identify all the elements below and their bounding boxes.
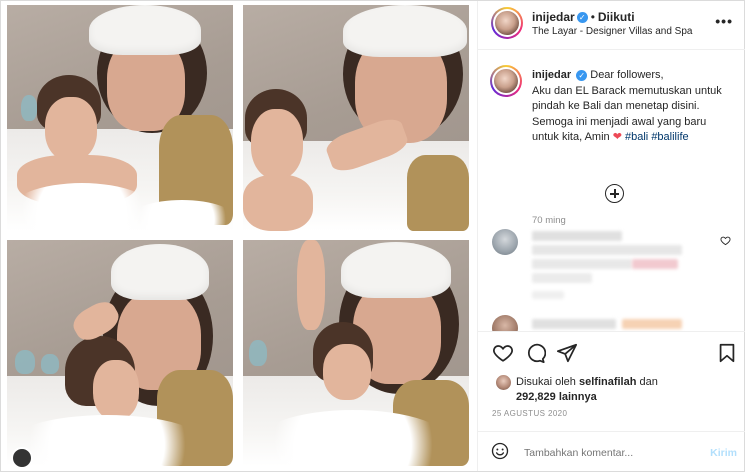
post-details-panel: inijedar ✓ • Diikuti The Layar - Designer V… xyxy=(477,1,745,471)
caption-username[interactable]: inijedar xyxy=(532,69,571,81)
likes-prefix: Disukai oleh xyxy=(516,376,576,388)
post-header: inijedar ✓ • Diikuti The Layar - Designer V… xyxy=(478,1,745,50)
load-more-comments-icon[interactable] xyxy=(605,184,624,203)
hashtag-bali-link[interactable]: #bali xyxy=(625,131,648,143)
liker-avatar[interactable] xyxy=(496,375,511,390)
caption-text: inijedar ✓ Dear followers, Aku dan EL Ba… xyxy=(532,68,732,146)
instagram-post-window: inijedar ✓ • Diikuti The Layar - Designer V… xyxy=(0,0,745,472)
photo-bottom-left xyxy=(7,240,233,466)
photo-top-right xyxy=(243,5,469,231)
comment-bubble-icon[interactable] xyxy=(524,342,547,364)
caption-author-avatar[interactable] xyxy=(490,65,522,97)
comment-item xyxy=(492,315,737,331)
likes-count[interactable]: 292,829 xyxy=(516,391,556,403)
commenter-avatar[interactable] xyxy=(492,229,518,255)
likes-summary: Disukai oleh selfinafilah dan 292,829 la… xyxy=(516,375,658,405)
add-comment-bar: Kirim xyxy=(478,431,745,472)
likes-suffix[interactable]: lainnya xyxy=(559,391,597,403)
more-options-icon[interactable]: ••• xyxy=(715,13,733,29)
author-line: inijedar ✓ • Diikuti xyxy=(532,10,635,24)
emoji-smiley-icon[interactable] xyxy=(491,442,509,460)
comment-item xyxy=(492,229,737,309)
follow-status-button[interactable]: Diikuti xyxy=(598,10,635,24)
caption-line1: Dear followers, xyxy=(590,69,664,81)
post-date: 25 AGUSTUS 2020 xyxy=(492,409,568,418)
send-comment-button[interactable]: Kirim xyxy=(710,447,737,459)
post-location[interactable]: The Layar - Designer Villas and Spa xyxy=(532,26,692,37)
photo-top-left xyxy=(7,5,233,231)
likes-connector: dan xyxy=(639,376,658,388)
author-avatar[interactable] xyxy=(491,7,523,39)
post-photo-collage[interactable] xyxy=(1,1,476,471)
author-username[interactable]: inijedar xyxy=(532,10,575,24)
commenter-avatar[interactable] xyxy=(492,315,518,331)
post-action-bar xyxy=(478,331,745,372)
tagged-users-icon[interactable] xyxy=(11,447,33,469)
verified-badge-icon: ✓ xyxy=(576,12,588,24)
like-heart-icon[interactable] xyxy=(492,342,514,364)
photo-bottom-right xyxy=(243,240,469,466)
save-bookmark-icon[interactable] xyxy=(716,342,738,364)
red-heart-emoji-icon: ❤ xyxy=(612,131,622,143)
share-paper-plane-icon[interactable] xyxy=(556,342,578,364)
add-comment-input[interactable] xyxy=(524,447,674,459)
caption-timestamp: 70 ming xyxy=(532,215,566,226)
comment-like-icon[interactable] xyxy=(720,235,731,249)
verified-badge-icon: ✓ xyxy=(576,69,588,81)
separator-dot: • xyxy=(590,10,595,24)
hashtag-balilife-link[interactable]: #balilife xyxy=(651,131,688,143)
liker-username[interactable]: selfinafilah xyxy=(579,376,636,388)
